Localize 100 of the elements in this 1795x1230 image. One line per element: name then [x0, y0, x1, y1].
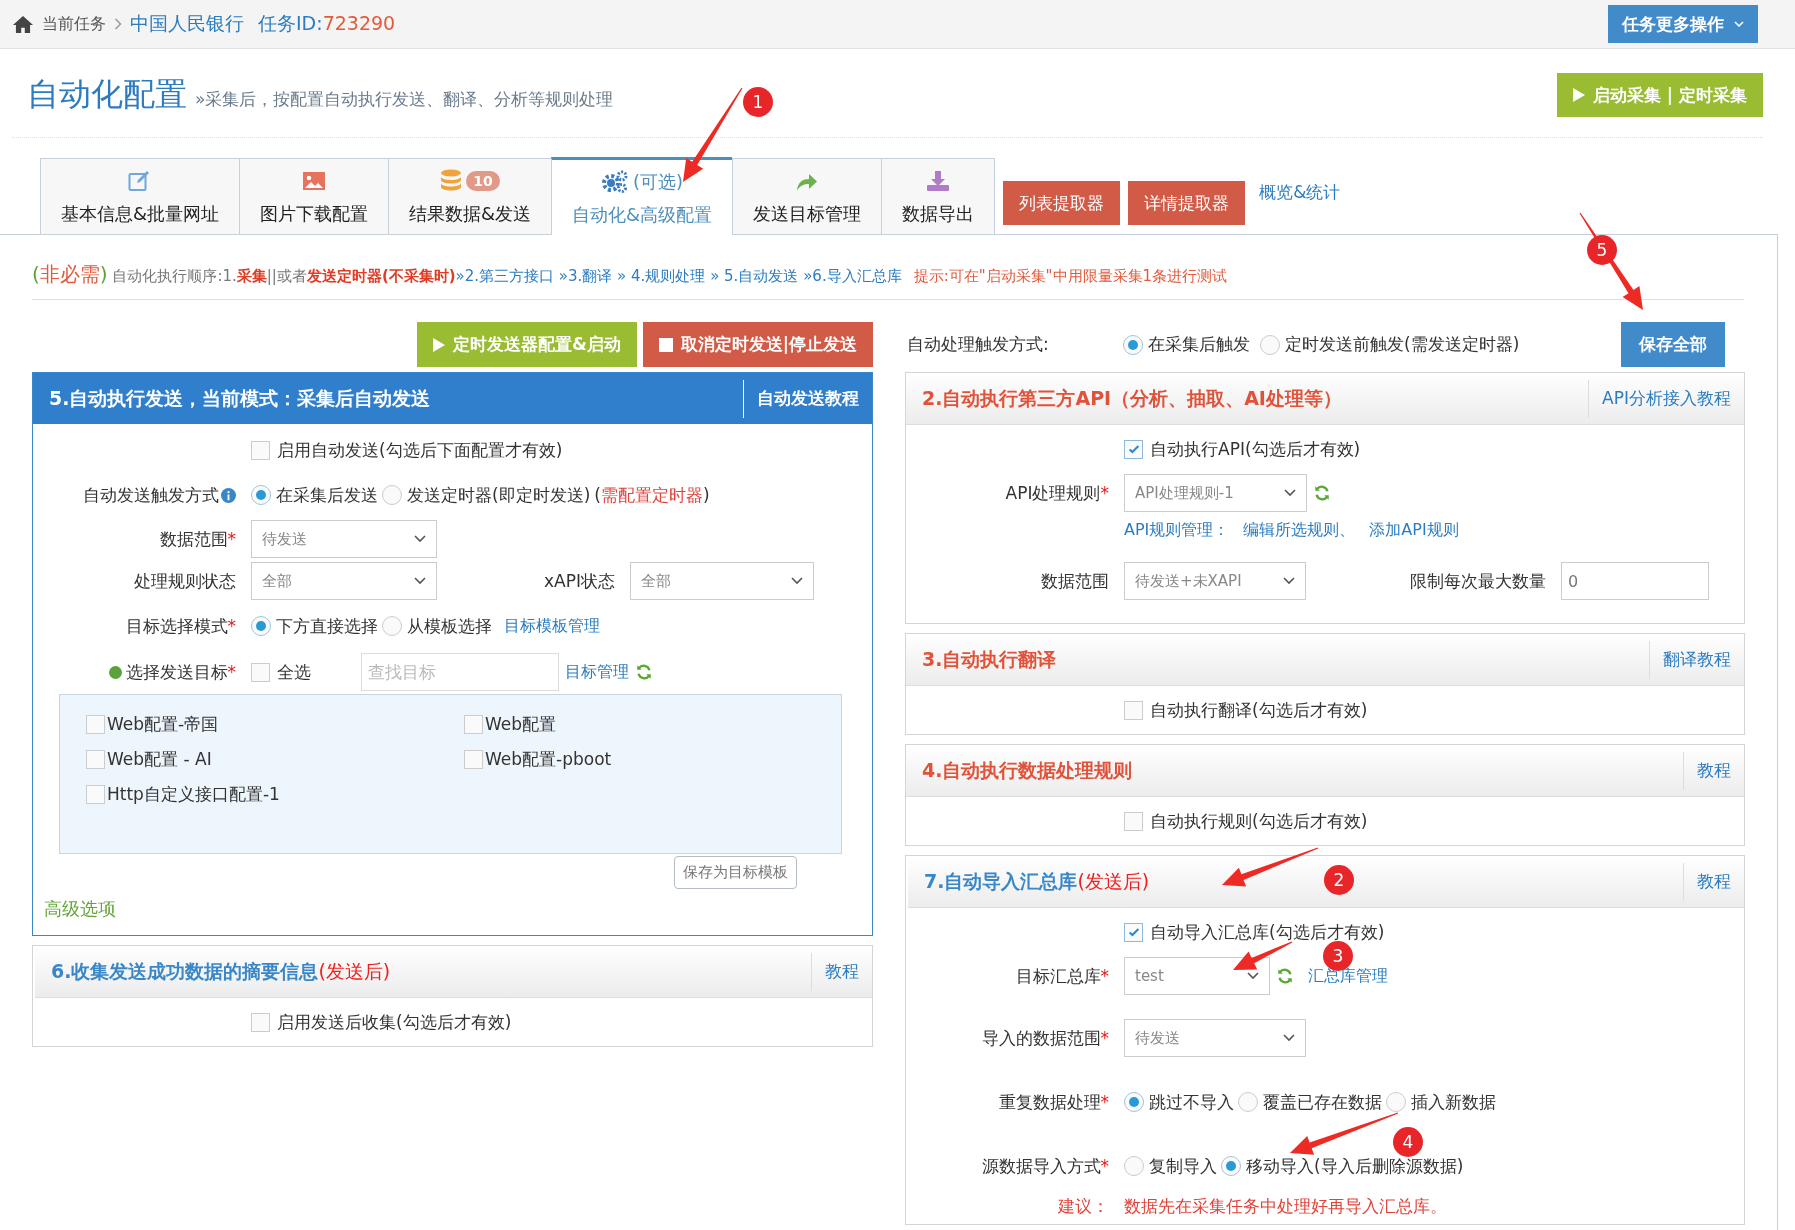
radio-label: 覆盖已存在数据	[1263, 1090, 1382, 1114]
radio-button[interactable]	[251, 485, 271, 505]
target-manage-link[interactable]: 目标管理	[565, 661, 629, 683]
checkbox-label: Web配置	[485, 713, 557, 736]
field-label: 自动发送触发方式	[33, 483, 236, 507]
dropdown[interactable]: 全部	[251, 562, 437, 600]
advanced-options-link[interactable]: 高级选项	[33, 891, 872, 925]
checkbox[interactable]	[1124, 439, 1143, 459]
dropdown[interactable]: 待发送+未XAPI	[1124, 562, 1306, 600]
radio-label: 下方直接选择	[276, 614, 378, 638]
checkbox[interactable]	[1124, 922, 1143, 942]
tutorial-link[interactable]: 教程	[1683, 862, 1744, 901]
radio-button[interactable]	[251, 616, 271, 636]
optional-label: (可选)	[633, 169, 684, 194]
chevron-down-icon	[414, 535, 426, 543]
checkbox[interactable]	[86, 750, 105, 769]
checkbox[interactable]	[464, 715, 483, 734]
radio-button[interactable]	[1221, 1156, 1241, 1176]
template-manage-link[interactable]: 目标模板管理	[504, 615, 600, 637]
refresh-icon[interactable]	[635, 663, 653, 681]
field-label: 数据范围*	[158, 527, 236, 551]
chevron-down-icon	[1283, 1034, 1295, 1042]
radio-button[interactable]	[1123, 334, 1143, 355]
tutorial-link[interactable]: 教程	[811, 952, 872, 991]
edit-icon	[128, 169, 152, 192]
search-field[interactable]: 查找目标	[361, 653, 559, 691]
tab[interactable]: 发送目标管理	[732, 158, 882, 234]
panel-title: 5.自动执行发送，当前模式：采集后自动发送	[48, 385, 431, 411]
dropdown[interactable]: 全部	[630, 562, 814, 600]
max-count-field[interactable]: 0	[1561, 562, 1709, 600]
radio-button[interactable]	[1386, 1092, 1406, 1112]
checkbox-label: Web配置 - AI	[107, 748, 212, 771]
dropdown[interactable]: test	[1124, 957, 1270, 995]
checkbox-label: 启用发送后收集(勾选后才有效)	[277, 1010, 512, 1034]
start-collection-button[interactable]: 启动采集 | 定时采集	[1556, 73, 1763, 117]
panel-title: 2.自动执行第三方API（分析、抽取、AI处理等）	[921, 385, 1342, 411]
task-name-link[interactable]: 中国人民银行	[130, 11, 244, 37]
save-template-button[interactable]: 保存为目标模板	[674, 856, 797, 889]
tab[interactable]: 10 结果数据&发送	[388, 158, 552, 234]
timer-send-button[interactable]: 定时发送器配置&启动	[416, 322, 637, 367]
breadcrumb-item[interactable]: 当前任务	[42, 13, 106, 35]
field-label: 重复数据处理*	[997, 1090, 1109, 1114]
radio-label: 插入新数据	[1411, 1090, 1496, 1114]
radio-button[interactable]	[1260, 334, 1280, 355]
step-number-badge: 2	[1324, 865, 1354, 895]
chevron-down-icon	[791, 577, 803, 585]
dropdown[interactable]: API处理规则-1	[1124, 474, 1307, 512]
refresh-icon[interactable]	[1276, 967, 1294, 985]
checkbox[interactable]	[251, 1012, 270, 1032]
tutorial-link[interactable]: 教程	[1683, 751, 1744, 790]
tutorial-link[interactable]: 翻译教程	[1649, 640, 1744, 679]
checkbox[interactable]	[86, 785, 105, 804]
checkbox[interactable]	[464, 750, 483, 769]
stop-icon	[658, 337, 673, 352]
extractor-button[interactable]: 详情提取器	[1128, 181, 1246, 225]
chevron-down-icon	[414, 577, 426, 585]
checkbox[interactable]	[251, 440, 270, 460]
tab[interactable]: 数据导出	[881, 158, 996, 234]
cancel-send-button[interactable]: 取消定时发送|停止发送	[642, 322, 873, 367]
checkbox[interactable]	[251, 662, 270, 682]
field-label: 自动处理触发方式:	[907, 333, 1050, 356]
radio-button[interactable]	[1124, 1092, 1144, 1112]
tutorial-link[interactable]: API分析接入教程	[1588, 379, 1744, 418]
checkbox[interactable]	[1124, 700, 1143, 720]
checkbox-label: Web配置-pboot	[485, 748, 612, 771]
download-icon	[926, 169, 951, 192]
radio-label: 跳过不导入	[1149, 1090, 1234, 1114]
radio-button[interactable]	[382, 485, 402, 505]
radio-button[interactable]	[382, 616, 402, 636]
radio-button[interactable]	[1124, 1156, 1144, 1176]
extractor-button[interactable]: 列表提取器	[1003, 181, 1121, 225]
radio-button[interactable]	[1238, 1092, 1258, 1112]
more-actions-button[interactable]: 任务更多操作	[1608, 5, 1758, 43]
dropdown[interactable]: 待发送	[251, 520, 437, 558]
advice-label: 建议：	[1057, 1194, 1109, 1218]
tab[interactable]: (可选) 自动化&高级配置	[551, 157, 733, 235]
checkbox[interactable]	[86, 715, 105, 734]
home-icon[interactable]	[12, 14, 34, 34]
checkbox-label: 全选	[277, 660, 311, 684]
field-label: xAPI状态	[543, 569, 615, 593]
field-label: 处理规则状态	[133, 569, 236, 593]
gears-icon	[601, 169, 630, 194]
radio-label: 移动导入(导入后删除源数据)	[1246, 1154, 1464, 1178]
overview-link[interactable]: 概览&统计	[1259, 181, 1341, 204]
field-label: API处理规则*	[1004, 481, 1109, 505]
api-rule-link[interactable]: 编辑所选规则、	[1243, 519, 1356, 541]
checkbox-label: 自动导入汇总库(勾选后才有效)	[1150, 920, 1385, 944]
task-id: 任务ID:723290	[258, 11, 396, 36]
field-label: 导入的数据范围*	[980, 1026, 1109, 1050]
advice-text: 数据先在采集任务中处理好再导入汇总库。	[1124, 1194, 1447, 1218]
dropdown[interactable]: 待发送	[1124, 1019, 1306, 1057]
refresh-icon[interactable]	[1313, 484, 1331, 502]
api-rule-link[interactable]: 添加API规则	[1369, 519, 1459, 541]
radio-label: 定时发送前触发(需发送定时器)	[1285, 333, 1520, 356]
tab[interactable]: 基本信息&批量网址	[40, 158, 240, 234]
checkbox[interactable]	[1124, 811, 1143, 831]
save-all-button[interactable]: 保存全部	[1621, 322, 1725, 367]
tutorial-link[interactable]: 自动发送教程	[743, 379, 872, 418]
chevron-down-icon	[1284, 489, 1296, 497]
tab[interactable]: 图片下载配置	[239, 158, 389, 234]
